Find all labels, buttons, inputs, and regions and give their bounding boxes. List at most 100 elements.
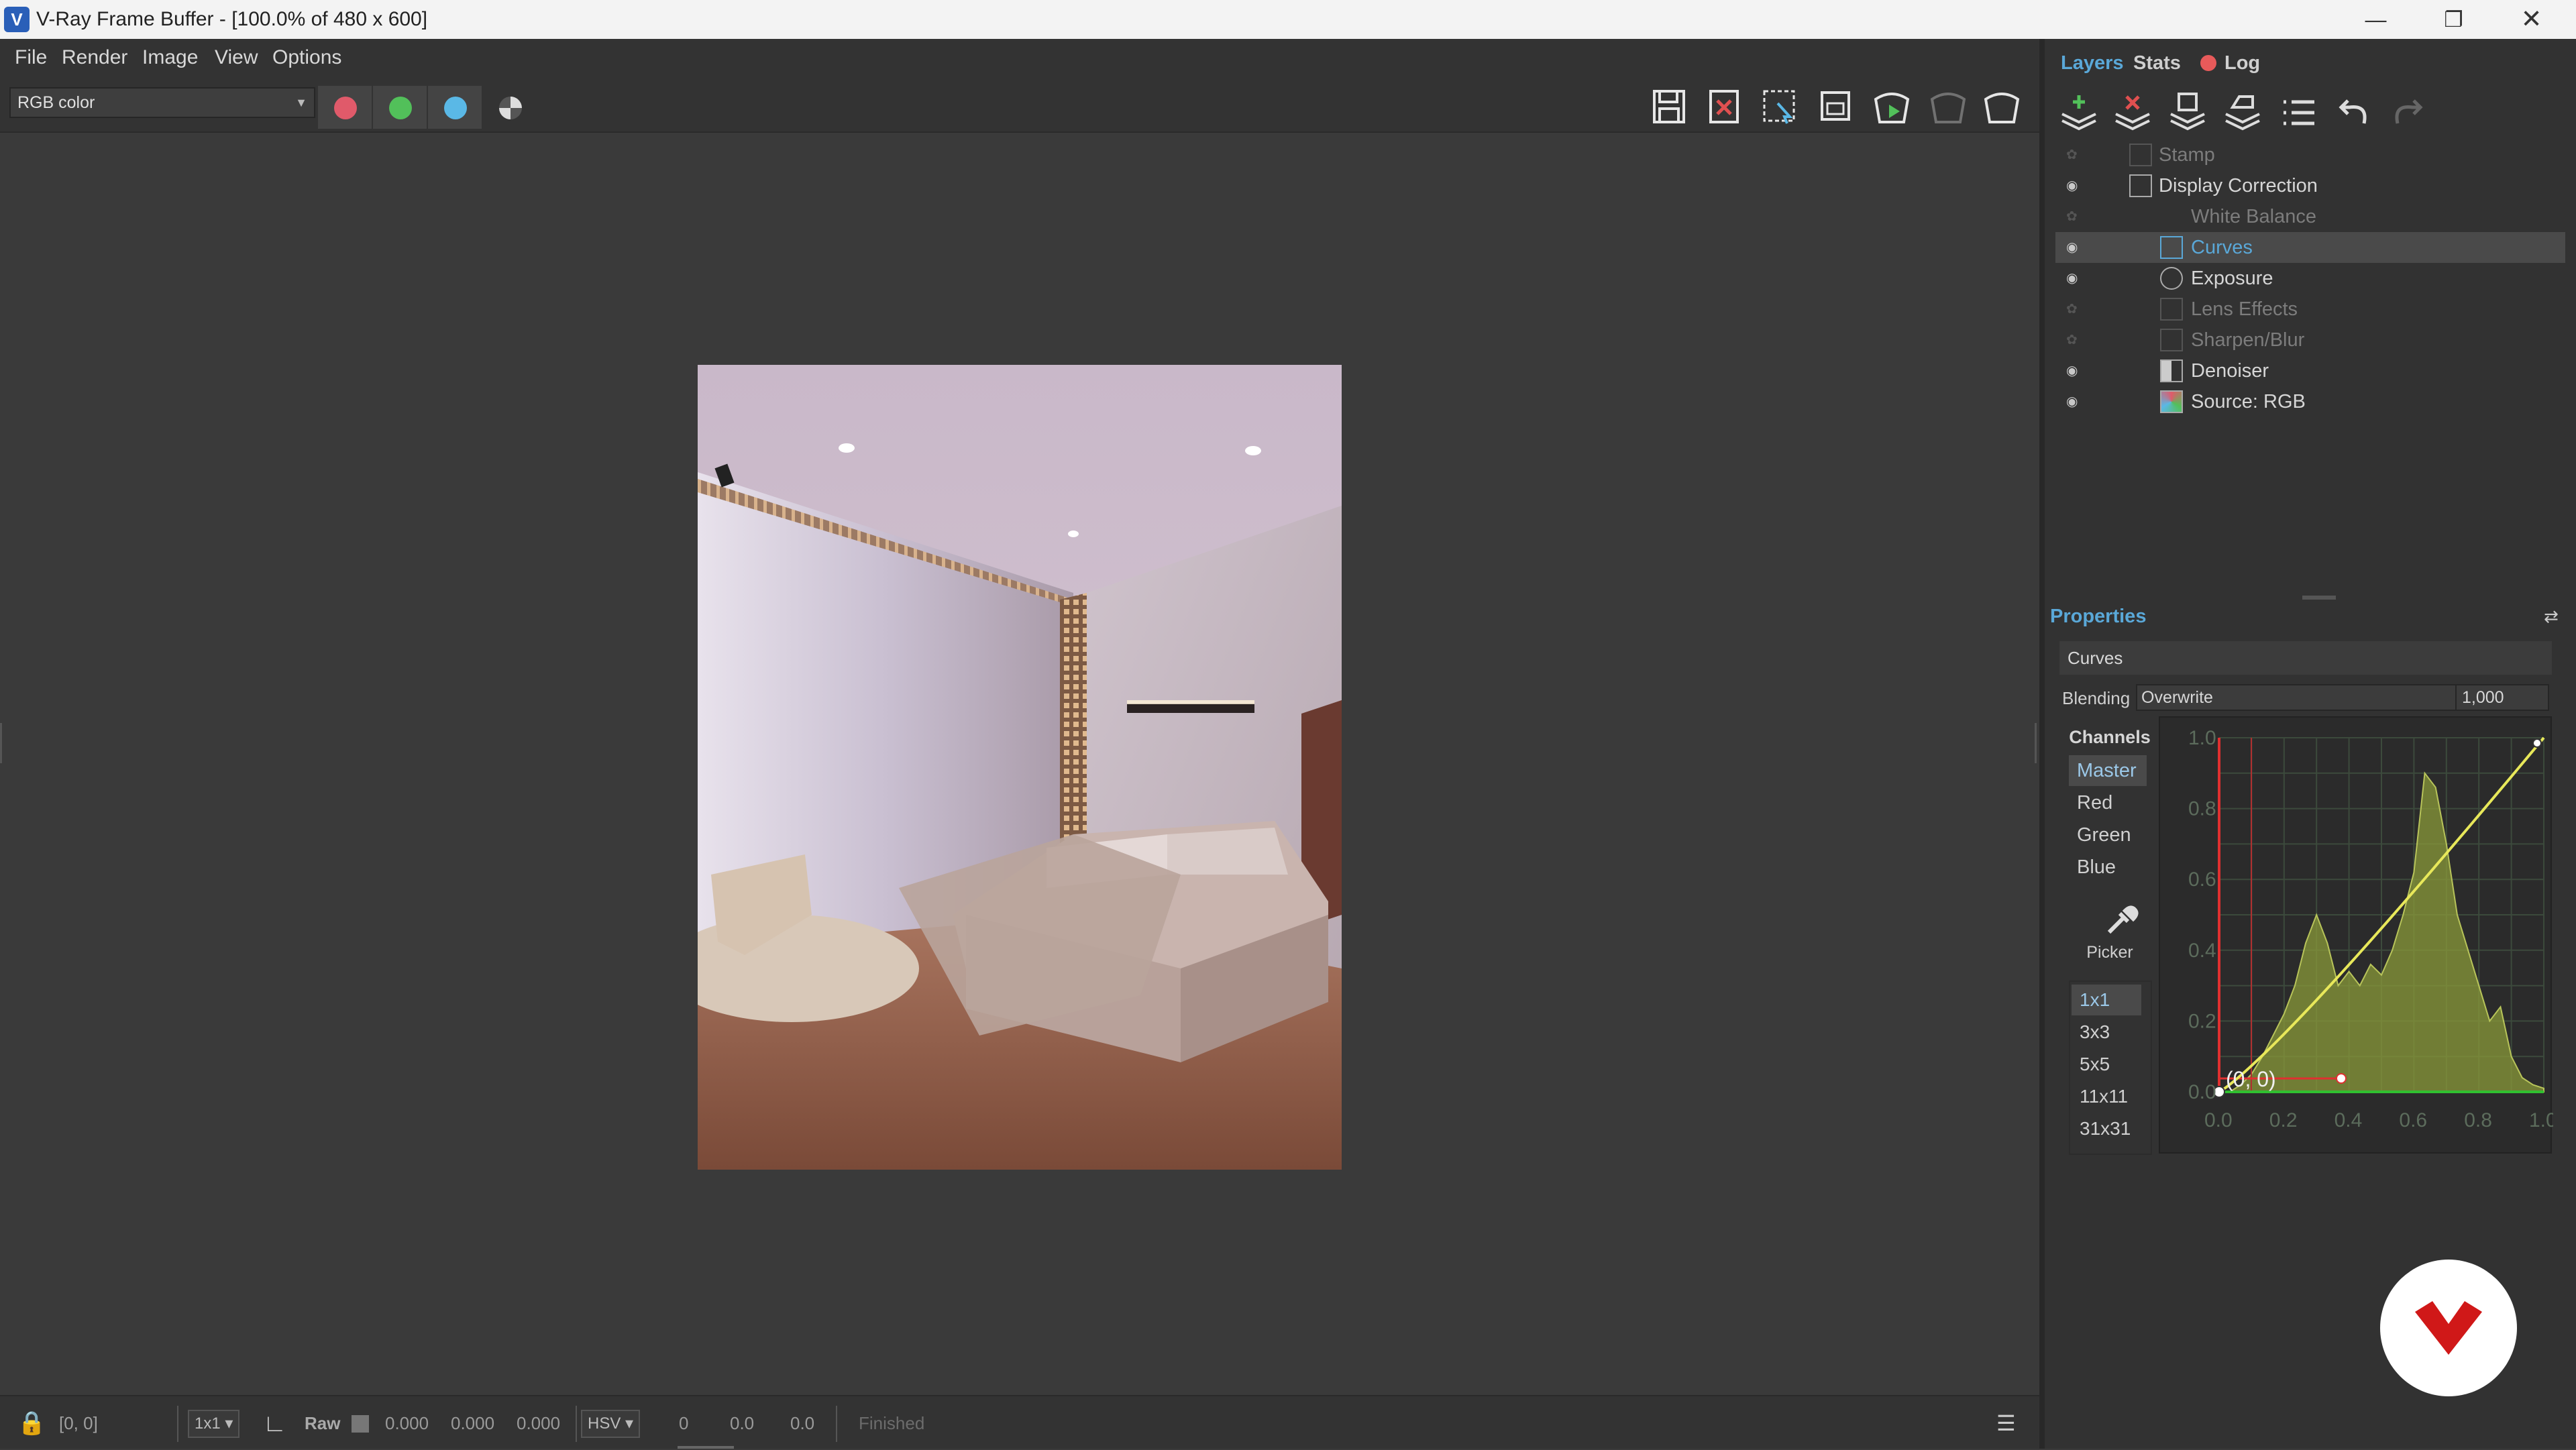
channel-green[interactable]: Green xyxy=(2069,820,2147,850)
alpha-channel-button[interactable] xyxy=(483,86,537,129)
interactive-render-icon[interactable] xyxy=(1924,83,1972,130)
curves-editor[interactable]: 1.0 0.8 0.6 0.4 0.2 0.0 0.0 0.2 0.4 0.6 0.8 1.0 (0, … xyxy=(2159,716,2557,1155)
vray-logo-icon xyxy=(2415,1301,2482,1355)
blue-channel-icon xyxy=(444,97,467,119)
region-render-icon[interactable] xyxy=(1755,83,1803,130)
y-tick-label: 1.0 xyxy=(2188,727,2216,749)
create-layer-icon[interactable] xyxy=(2055,87,2102,138)
lens-effects-icon xyxy=(2160,298,2183,321)
layer-row-white-balance[interactable]: ✿ White Balance xyxy=(2055,201,2565,232)
tab-layers[interactable]: Layers xyxy=(2061,48,2124,78)
sharpen-blur-icon xyxy=(2160,329,2183,351)
maximize-icon[interactable]: ❐ xyxy=(2415,0,2492,39)
layer-name-value: Curves xyxy=(2068,648,2123,668)
hidden-eye-icon[interactable]: ✿ xyxy=(2066,333,2085,347)
menu-image[interactable]: Image xyxy=(142,39,198,76)
toolbar: RGB color ▼ xyxy=(0,76,2039,133)
menu-file[interactable]: File xyxy=(15,39,47,76)
delete-layer-icon[interactable] xyxy=(2109,87,2156,138)
eye-icon[interactable]: ◉ xyxy=(2066,364,2085,378)
channel-master[interactable]: Master xyxy=(2069,755,2147,786)
load-layers-icon[interactable] xyxy=(2219,87,2266,138)
curves-graph[interactable]: 1.0 0.8 0.6 0.4 0.2 0.0 0.0 0.2 0.4 0.6 0.8 1.0 (0, … xyxy=(2160,718,2557,1155)
close-icon[interactable]: ✕ xyxy=(2493,0,2570,39)
layer-row-sharpen-blur[interactable]: ✿ Sharpen/Blur xyxy=(2055,325,2565,355)
menu-view[interactable]: View xyxy=(215,39,258,76)
color-picker-icon[interactable] xyxy=(2100,901,2140,939)
blending-mode-value: Overwrite xyxy=(2141,688,2213,707)
layer-name-field[interactable]: Curves xyxy=(2059,641,2552,675)
clear-image-icon[interactable] xyxy=(1700,83,1748,130)
viewport-right-handle[interactable] xyxy=(2030,723,2037,763)
save-layers-icon[interactable] xyxy=(2164,87,2211,138)
log-panel-icon[interactable]: ☰ xyxy=(1996,1396,2023,1450)
hidden-eye-icon[interactable]: ✿ xyxy=(2066,209,2085,224)
green-channel-button[interactable] xyxy=(373,86,427,129)
minimize-icon[interactable]: — xyxy=(2337,0,2414,39)
swap-panel-icon[interactable]: ⇄ xyxy=(2544,606,2567,626)
sample-size-1x1[interactable]: 1x1 xyxy=(2072,985,2141,1015)
hidden-eye-icon[interactable]: ✿ xyxy=(2066,302,2085,317)
layer-row-exposure[interactable]: ◉ Exposure xyxy=(2055,263,2565,294)
undo-icon[interactable] xyxy=(2330,87,2377,138)
rendered-image[interactable] xyxy=(698,365,1342,1170)
layer-row-stamp[interactable]: ✿ Stamp xyxy=(2055,140,2565,170)
blue-channel-button[interactable] xyxy=(428,86,482,129)
channel-select[interactable]: RGB color ▼ xyxy=(9,87,315,118)
y-tick-label: 0.4 xyxy=(2188,940,2216,962)
exposure-icon xyxy=(2160,267,2183,290)
eye-icon[interactable]: ◉ xyxy=(2066,271,2085,286)
color-correction-icon[interactable]: ∟ xyxy=(263,1396,290,1450)
x-tick-label: 0.0 xyxy=(2204,1109,2233,1131)
green-channel-icon xyxy=(389,97,412,119)
curve-point[interactable] xyxy=(2532,738,2542,748)
layer-row-denoiser[interactable]: ◉ Denoiser xyxy=(2055,355,2565,386)
tab-stats[interactable]: Stats xyxy=(2133,48,2181,78)
x-tick-label: 1.0 xyxy=(2529,1109,2553,1131)
blending-amount-field[interactable]: 1,000 xyxy=(2455,684,2549,711)
render-state: Finished xyxy=(859,1413,925,1433)
eye-icon[interactable]: ◉ xyxy=(2066,240,2085,255)
channels-title: Channels xyxy=(2069,727,2151,747)
blending-mode-select[interactable]: Overwrite ▼ xyxy=(2136,684,2471,711)
layer-row-lens-effects[interactable]: ✿ Lens Effects xyxy=(2055,294,2565,325)
layer-label: Display Correction xyxy=(2159,175,2318,197)
eye-icon[interactable]: ◉ xyxy=(2066,178,2085,193)
sample-size-5x5[interactable]: 5x5 xyxy=(2072,1049,2141,1080)
tangent-handle-point[interactable] xyxy=(2336,1073,2347,1084)
save-image-icon[interactable] xyxy=(1645,83,1693,130)
stop-render-icon[interactable] xyxy=(1978,83,2026,130)
tab-log[interactable]: Log xyxy=(2224,48,2260,78)
sample-size-31x31[interactable]: 31x31 xyxy=(2072,1113,2141,1144)
layer-row-source-rgb[interactable]: ◉ Source: RGB xyxy=(2055,386,2565,417)
status-bar: 🔒 [0, 0] 1x1 ▾ ∟ Raw 0.000 0.000 0.000 H… xyxy=(0,1395,2039,1449)
lock-icon[interactable]: 🔒 xyxy=(17,1396,46,1450)
colorspace-select[interactable]: HSV ▾ xyxy=(581,1410,641,1438)
curve-point-label: (0, 0) xyxy=(2226,1067,2276,1091)
menu-options[interactable]: Options xyxy=(272,39,341,76)
status-divider xyxy=(576,1406,577,1442)
layer-row-display-correction[interactable]: ◉ Display Correction xyxy=(2055,170,2565,201)
layer-label: Exposure xyxy=(2191,268,2273,289)
layer-row-curves[interactable]: ◉ Curves xyxy=(2055,232,2565,263)
y-tick-label: 0.2 xyxy=(2188,1010,2216,1032)
menu-bar: File Render Image View Options xyxy=(0,39,2039,76)
render-icon[interactable] xyxy=(1868,83,1916,130)
channels-panel: Channels Master Red Green Blue Picker 1x… xyxy=(2066,720,2153,1155)
eye-icon[interactable]: ◉ xyxy=(2066,394,2085,409)
sample-size-11x11[interactable]: 11x11 xyxy=(2072,1081,2141,1112)
red-channel-button[interactable] xyxy=(318,86,372,129)
channel-select-value: RGB color xyxy=(17,93,95,112)
layer-label: Lens Effects xyxy=(2191,298,2298,320)
track-mouse-icon[interactable] xyxy=(1811,83,1860,130)
sample-size-3x3[interactable]: 3x3 xyxy=(2072,1017,2141,1048)
log-alert-icon xyxy=(2200,55,2216,71)
zoom-select[interactable]: 1x1 ▾ xyxy=(188,1410,240,1438)
menu-render[interactable]: Render xyxy=(62,39,127,76)
layer-list-icon[interactable] xyxy=(2275,87,2322,138)
viewport-left-handle[interactable] xyxy=(0,723,7,763)
redo-icon[interactable] xyxy=(2384,87,2431,138)
hidden-eye-icon[interactable]: ✿ xyxy=(2066,148,2085,162)
channel-blue[interactable]: Blue xyxy=(2069,852,2147,883)
channel-red[interactable]: Red xyxy=(2069,787,2147,818)
